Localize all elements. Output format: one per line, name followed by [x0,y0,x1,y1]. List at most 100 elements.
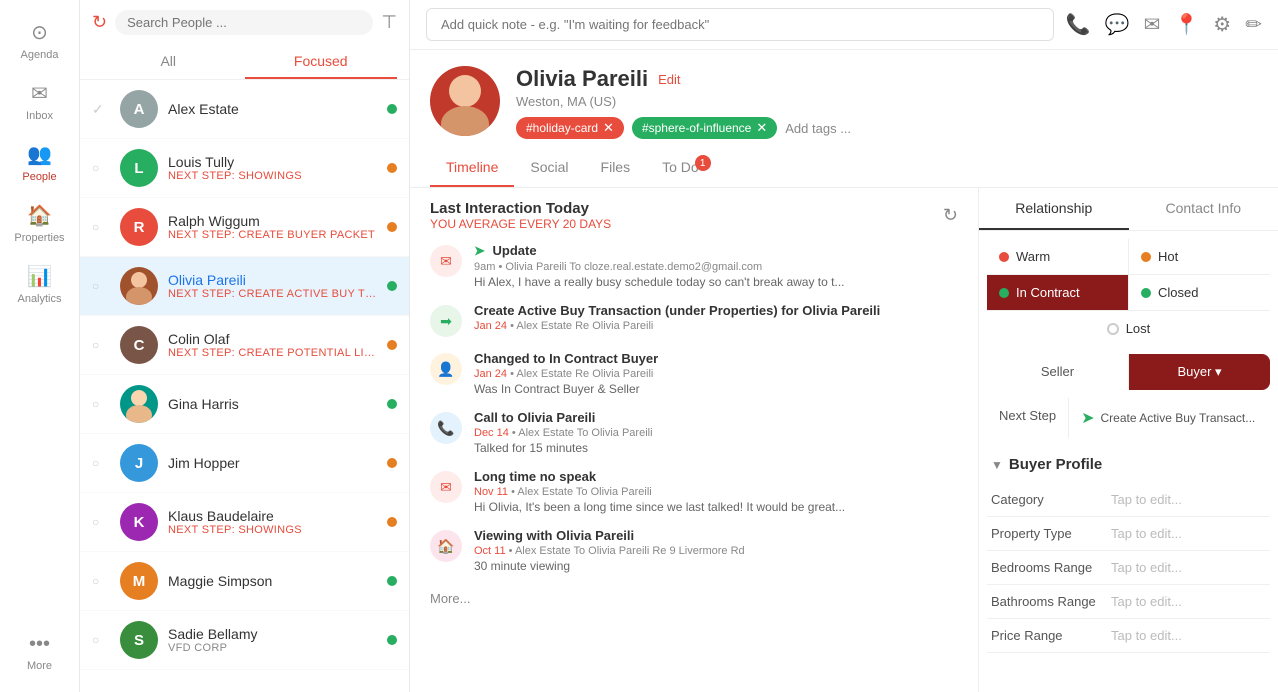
tab-todo[interactable]: To Do 1 [646,149,715,187]
settings-icon[interactable]: ⚙ [1213,12,1231,37]
field-label: Price Range [991,628,1111,643]
status-hot[interactable]: Hot [1129,239,1270,274]
field-value[interactable]: Tap to edit... [1111,594,1182,609]
more-icon: ••• [29,633,50,656]
tl-viewing-icon: 🏠 [430,530,462,562]
phone-icon[interactable]: 📞 [1066,12,1091,37]
field-value[interactable]: Tap to edit... [1111,492,1182,507]
buyer-profile-label: Buyer Profile [1009,456,1102,473]
tl-body: Viewing with Olivia Pareili Oct 11 • Ale… [474,528,958,573]
tab-social[interactable]: Social [514,149,584,187]
list-item[interactable]: ○ R Ralph Wiggum NEXT STEP: CREATE BUYER… [80,198,409,257]
field-value[interactable]: Tap to edit... [1111,526,1182,541]
person-info: Klaus Baudelaire NEXT STEP: SHOWINGS [168,508,377,536]
status-closed[interactable]: Closed [1129,275,1270,310]
field-value[interactable]: Tap to edit... [1111,560,1182,575]
compose-icon[interactable]: ✏ [1245,12,1262,37]
quick-note-input[interactable] [426,8,1054,41]
filter-icon[interactable]: ⊤ [381,12,397,33]
status-dot [387,104,397,114]
timeline-item: 📞 Call to Olivia Pareili Dec 14 • Alex E… [430,410,958,455]
location-icon[interactable]: 📍 [1174,12,1199,37]
tab-contact-info[interactable]: Contact Info [1129,188,1278,230]
search-input-wrap [115,10,373,35]
timeline-refresh-icon[interactable]: ↻ [943,205,958,226]
lost-circle [1107,323,1119,335]
sidebar-item-people[interactable]: 👥 People [8,134,72,191]
tab-focused[interactable]: Focused [245,45,398,79]
chevron-down-icon[interactable]: ▼ [991,458,1003,472]
list-item[interactable]: ○ K Klaus Baudelaire NEXT STEP: SHOWINGS [80,493,409,552]
avatar [120,267,158,305]
status-warm[interactable]: Warm [987,239,1128,274]
status-lost[interactable]: Lost [987,311,1270,346]
list-item[interactable]: ○ Olivia Pareili NEXT STEP: CREATE ACTIV… [80,257,409,316]
add-tags-button[interactable]: Add tags ... [785,121,851,136]
list-item[interactable]: ○ Gina Harris [80,375,409,434]
person-check[interactable]: ○ [92,397,110,411]
rel-tabs: Relationship Contact Info [979,188,1278,231]
status-in-contract[interactable]: In Contract [987,275,1128,310]
sidebar-item-analytics[interactable]: 📊 Analytics [8,256,72,313]
profile-location: Weston, MA (US) [516,94,1258,109]
person-check[interactable]: ○ [92,633,110,647]
role-buyer[interactable]: Buyer ▾ [1129,354,1270,390]
search-input[interactable] [127,15,361,30]
person-name: Louis Tully [168,154,377,170]
person-check[interactable]: ✓ [92,101,110,118]
person-check[interactable]: ○ [92,456,110,470]
sidebar-item-properties[interactable]: 🏠 Properties [8,195,72,252]
chat-icon[interactable]: 💬 [1105,12,1130,37]
tab-files[interactable]: Files [585,149,647,187]
tl-email-icon: ✉ [430,245,462,277]
people-icon: 👥 [27,142,52,167]
tag-label: #sphere-of-influence [642,121,751,135]
list-item[interactable]: ○ S Sadie Bellamy VFD Corp [80,611,409,670]
tl-meta: Nov 11 • Alex Estate To Olivia Pareili [474,486,958,498]
tag-remove-holiday[interactable]: ✕ [603,120,614,136]
tag-sphere: #sphere-of-influence ✕ [632,117,777,139]
people-label: People [22,171,56,183]
person-check[interactable]: ○ [92,338,110,352]
tl-email-icon: ✉ [430,471,462,503]
more-link[interactable]: More... [430,587,958,610]
person-check[interactable]: ○ [92,279,110,293]
list-item[interactable]: ○ L Louis Tully NEXT STEP: SHOWINGS [80,139,409,198]
person-check[interactable]: ○ [92,161,110,175]
refresh-icon[interactable]: ↻ [92,12,107,33]
mail-icon[interactable]: ✉ [1144,12,1161,37]
tab-relationship[interactable]: Relationship [979,188,1129,230]
list-item[interactable]: ○ M Maggie Simpson [80,552,409,611]
person-check[interactable]: ○ [92,574,110,588]
sidebar-item-inbox[interactable]: ✉ Inbox [8,73,72,130]
list-item[interactable]: ✓ A Alex Estate [80,80,409,139]
timeline-panel: Last Interaction Today YOU AVERAGE EVERY… [410,188,978,692]
person-check[interactable]: ○ [92,515,110,529]
tab-all[interactable]: All [92,45,245,79]
person-info: Alex Estate [168,101,377,117]
profile-field-price-range: Price Range Tap to edit... [987,619,1270,653]
next-step-value[interactable]: ➤ Create Active Buy Transact... [1069,398,1270,438]
role-seller[interactable]: Seller [987,354,1128,390]
tag-remove-sphere[interactable]: ✕ [756,120,767,136]
avatar: J [120,444,158,482]
tl-title: ➤ Update [474,243,958,259]
avatar: C [120,326,158,364]
person-check[interactable]: ○ [92,220,110,234]
sidebar-item-more[interactable]: ••• More [8,625,72,680]
last-interaction-sub: YOU AVERAGE EVERY 20 DAYS [430,217,611,231]
person-sub: VFD Corp [168,642,377,654]
list-item[interactable]: ○ J Jim Hopper [80,434,409,493]
tl-body: Long time no speak Nov 11 • Alex Estate … [474,469,958,514]
tag-label: #holiday-card [526,121,598,135]
sidebar-item-agenda[interactable]: ⊙ Agenda [8,12,72,69]
timeline-item: 🏠 Viewing with Olivia Pareili Oct 11 • A… [430,528,958,573]
person-name: Gina Harris [168,396,377,412]
list-item[interactable]: ○ C Colin Olaf NEXT STEP: CREATE POTENTI… [80,316,409,375]
profile-field-bedrooms: Bedrooms Range Tap to edit... [987,551,1270,585]
field-value[interactable]: Tap to edit... [1111,628,1182,643]
last-interaction-info: Last Interaction Today YOU AVERAGE EVERY… [430,200,611,231]
people-list: ✓ A Alex Estate ○ L Louis Tully NEXT STE… [80,80,409,692]
edit-link[interactable]: Edit [658,72,680,87]
tab-timeline[interactable]: Timeline [430,149,514,187]
